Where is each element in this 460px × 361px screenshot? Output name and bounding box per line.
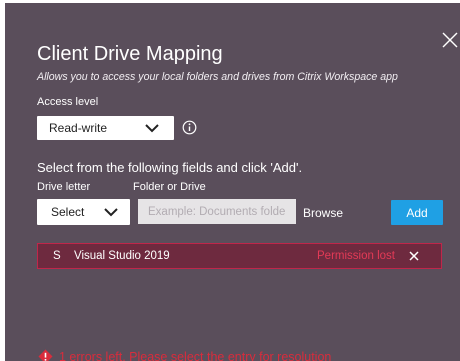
error-warning-icon	[38, 349, 53, 361]
error-text: 1 errors left. Please select the entry f…	[59, 350, 332, 361]
chevron-down-icon	[104, 208, 118, 217]
add-button[interactable]: Add	[391, 200, 443, 225]
client-drive-mapping-dialog: Client Drive Mapping Allows you to acces…	[5, 3, 460, 361]
close-icon[interactable]	[441, 31, 459, 49]
dialog-subtitle: Allows you to access your local folders …	[37, 71, 398, 83]
browse-button[interactable]: Browse	[303, 206, 343, 220]
drive-letter-label: Drive letter	[37, 181, 91, 193]
chevron-down-icon	[145, 124, 159, 133]
folder-or-drive-input[interactable]	[138, 199, 296, 224]
access-level-label: Access level	[37, 96, 99, 108]
entry-status: Permission lost	[317, 250, 395, 262]
instruction-text: Select from the following fields and cli…	[37, 160, 303, 175]
entry-folder-name: Visual Studio 2019	[74, 250, 170, 262]
info-icon[interactable]	[182, 120, 197, 135]
drive-letter-value: Select	[51, 205, 85, 219]
close-icon[interactable]	[409, 251, 419, 261]
drive-mapping-entry[interactable]: S Visual Studio 2019 Permission lost	[37, 243, 442, 269]
drive-letter-select[interactable]: Select	[37, 199, 130, 225]
folder-or-drive-label: Folder or Drive	[133, 181, 206, 193]
dialog-title: Client Drive Mapping	[37, 43, 223, 65]
access-level-select[interactable]: Read-write	[37, 116, 174, 140]
entry-drive-letter: S	[53, 250, 61, 262]
access-level-value: Read-write	[49, 121, 108, 135]
